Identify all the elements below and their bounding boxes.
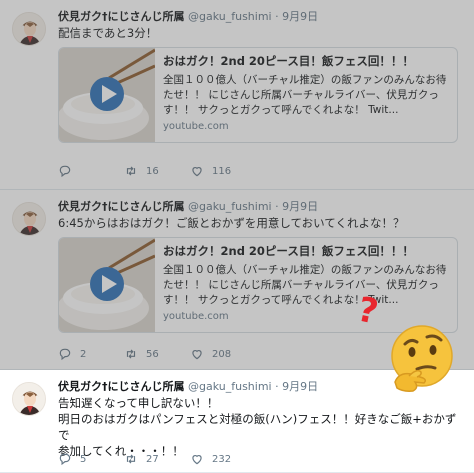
retweet-button[interactable]: 27 — [124, 452, 190, 466]
reply-button[interactable]: 5 — [58, 452, 124, 466]
link-card[interactable]: おはガク！2nd 20ピース目！飯フェス回！！！ 全国１００億人（バーチャル推定… — [58, 47, 458, 143]
tweet-actions: 16 116 — [58, 164, 256, 178]
heart-icon — [192, 167, 202, 177]
avatar[interactable] — [12, 202, 46, 236]
display-name[interactable]: 伏見ガク†にじさんじ所属 — [58, 10, 185, 23]
tweet-text-line: 明日のおはガクはパンフェスと対極の飯(ハン)フェス！！好きなご飯+おかずで — [58, 412, 457, 442]
tweet-actions: 5 27 232 — [58, 452, 256, 466]
tweet[interactable]: 伏見ガク†にじさんじ所属 @gaku_fushimi · 9月9日 配信まであと… — [0, 0, 474, 190]
like-count: 232 — [212, 453, 232, 465]
like-button[interactable]: 208 — [190, 347, 256, 361]
reply-button[interactable]: 2 — [58, 347, 124, 361]
card-title: おはガク！2nd 20ピース目！飯フェス回！！！ — [163, 54, 414, 68]
reply-button[interactable] — [58, 164, 124, 178]
reply-icon — [59, 165, 71, 178]
heart-icon — [192, 455, 202, 465]
display-name[interactable]: 伏見ガク†にじさんじ所属 — [58, 200, 185, 213]
video-thumbnail[interactable] — [59, 238, 155, 332]
like-count: 208 — [212, 348, 232, 360]
retweet-icon — [126, 454, 136, 464]
card-description: 全国１００億人（バーチャル推定）の飯ファンのみんなお待たせ！！ にじさんじ所属バ… — [163, 264, 447, 306]
tweet-text-line: 告知遅くなって申し訳ない！！ — [58, 396, 219, 410]
user-handle[interactable]: @gaku_fushimi — [188, 200, 272, 213]
display-name[interactable]: 伏見ガク†にじさんじ所属 — [58, 380, 185, 393]
tweet-header: 伏見ガク†にじさんじ所属 @gaku_fushimi · 9月9日 — [58, 200, 318, 214]
tweet-text: 6:45からはおはガク！ご飯とおかずを用意しておいてくれよな！？ — [58, 216, 405, 230]
reply-count: 5 — [80, 453, 87, 465]
retweet-icon — [126, 349, 136, 359]
card-content: おはガク！2nd 20ピース目！飯フェス回！！！ 全国１００億人（バーチャル推定… — [163, 244, 451, 322]
card-domain: youtube.com — [163, 121, 229, 132]
tweet-date[interactable]: 9月9日 — [282, 380, 318, 393]
separator-dot: · — [275, 200, 279, 213]
video-thumbnail[interactable] — [59, 48, 155, 142]
tweet-header: 伏見ガク†にじさんじ所属 @gaku_fushimi · 9月9日 — [58, 10, 318, 24]
retweet-count: 56 — [146, 348, 159, 360]
avatar[interactable] — [12, 12, 46, 46]
tweet-text: 告知遅くなって申し訳ない！！ 明日のおはガクはパンフェスと対極の飯(ハン)フェス… — [58, 395, 458, 459]
retweet-count: 27 — [146, 453, 159, 465]
retweet-count: 16 — [146, 165, 159, 177]
card-domain: youtube.com — [163, 311, 229, 322]
like-button[interactable]: 116 — [190, 164, 256, 178]
reply-icon — [59, 348, 71, 361]
card-title: おはガク！2nd 20ピース目！飯フェス回！！！ — [163, 244, 414, 258]
retweet-button[interactable]: 16 — [124, 164, 190, 178]
retweet-icon — [126, 166, 136, 176]
thinking-face-emoji-icon — [391, 325, 453, 392]
like-button[interactable]: 232 — [190, 452, 256, 466]
user-handle[interactable]: @gaku_fushimi — [188, 380, 272, 393]
retweet-button[interactable]: 56 — [124, 347, 190, 361]
user-handle[interactable]: @gaku_fushimi — [188, 10, 272, 23]
tweet-date[interactable]: 9月9日 — [282, 10, 318, 23]
twitter-timeline: 伏見ガク†にじさんじ所属 @gaku_fushimi · 9月9日 配信まであと… — [0, 0, 474, 473]
card-content: おはガク！2nd 20ピース目！飯フェス回！！！ 全国１００億人（バーチャル推定… — [163, 54, 451, 132]
tweet-text: 配信まであと3分！ — [58, 26, 158, 40]
heart-icon — [192, 350, 202, 360]
link-card[interactable]: おはガク！2nd 20ピース目！飯フェス回！！！ 全国１００億人（バーチャル推定… — [58, 237, 458, 333]
avatar[interactable] — [12, 382, 46, 416]
separator-dot: · — [275, 10, 279, 23]
reply-count: 2 — [80, 348, 87, 360]
tweet-actions: 2 56 208 — [58, 347, 256, 361]
tweet-date[interactable]: 9月9日 — [282, 200, 318, 213]
reply-icon — [59, 453, 71, 466]
tweet-header: 伏見ガク†にじさんじ所属 @gaku_fushimi · 9月9日 — [58, 380, 318, 394]
separator-dot: · — [275, 380, 279, 393]
card-description: 全国１００億人（バーチャル推定）の飯ファンのみんなお待たせ！！ にじさんじ所属バ… — [163, 74, 447, 116]
like-count: 116 — [212, 165, 232, 177]
